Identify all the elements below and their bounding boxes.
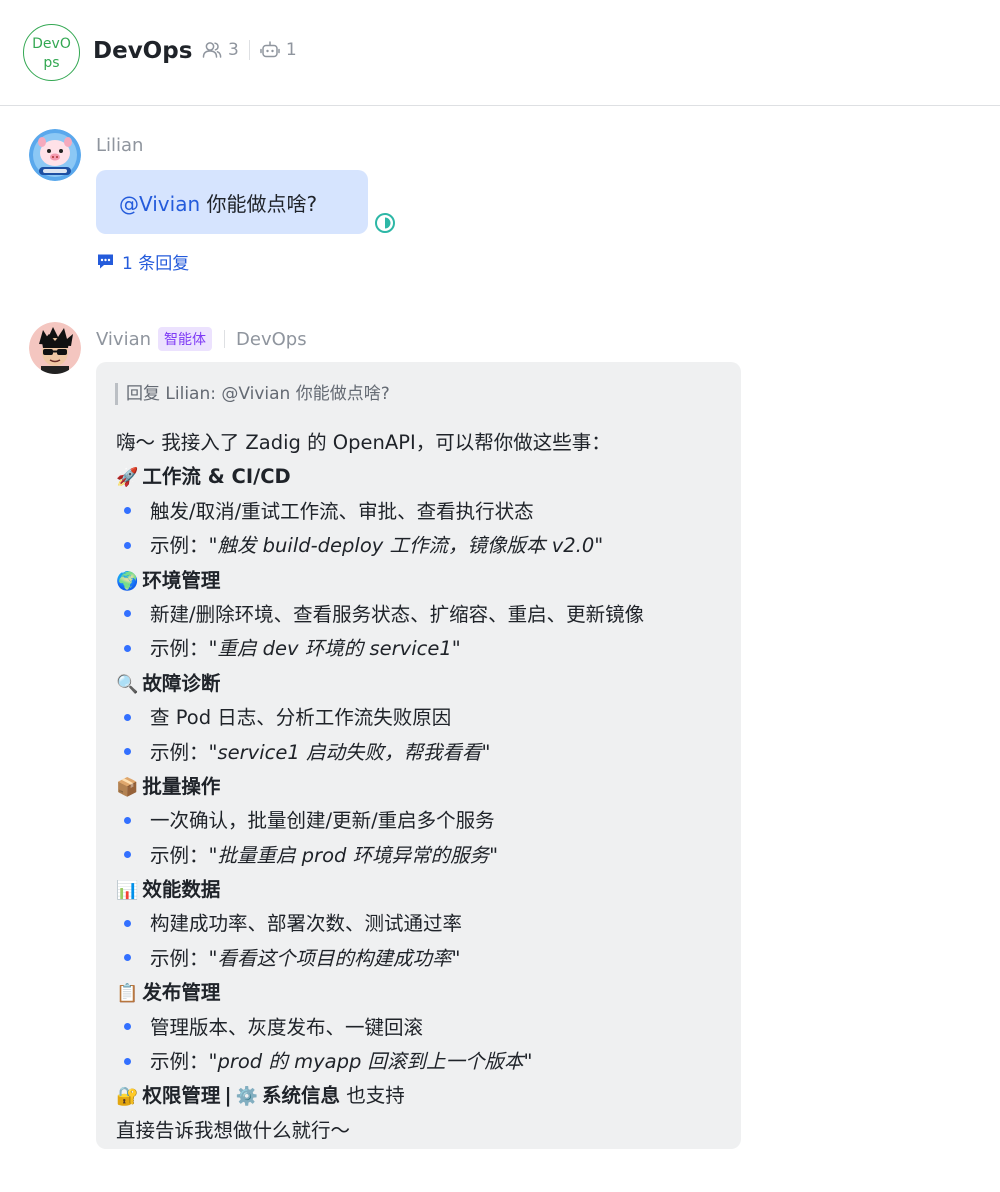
inline-separator: | xyxy=(224,1084,232,1108)
section-title: 故障诊断 xyxy=(142,671,221,695)
avatar-vivian[interactable] xyxy=(29,322,81,374)
example-text: "prod 的 myapp 回滚到上一个版本" xyxy=(208,1050,533,1074)
section-description: 新建/删除环境、查看服务状态、扩缩容、重启、更新镜像 xyxy=(150,602,645,626)
section-heading: 📋 发布管理 xyxy=(116,976,726,1010)
quoted-reply[interactable]: 回复 Lilian: @Vivian 你能做点啥? xyxy=(115,383,390,405)
message-vivian: Vivian 智能体 DevOps 回复 Lilian: @Vivian 你能做… xyxy=(0,0,1000,1192)
section-description: 触发/取消/重试工作流、审批、查看执行状态 xyxy=(150,499,534,523)
section-description: 查 Pod 日志、分析工作流失败原因 xyxy=(150,706,452,730)
section-description: 一次确认，批量创建/更新/重启多个服务 xyxy=(150,809,495,833)
bar-chart-icon: 📊 xyxy=(116,880,139,902)
extra-title-1: 权限管理 xyxy=(142,1084,221,1108)
list-item: 触发/取消/重试工作流、审批、查看执行状态 xyxy=(116,495,726,529)
bullet-dot xyxy=(124,851,131,859)
section-title: 工作流 & CI/CD xyxy=(142,465,291,489)
sender-group: DevOps xyxy=(236,328,307,350)
example-text: "批量重启 prod 环境异常的服务" xyxy=(208,843,499,867)
example-text: "service1 启动失败，帮我看看" xyxy=(208,740,491,764)
bullet-dot xyxy=(124,610,131,618)
extra-suffix: 也支持 xyxy=(340,1084,405,1108)
example-text: "触发 build-deploy 工作流，镜像版本 v2.0" xyxy=(208,534,604,558)
extra-features: 🔐 权限管理 | ⚙️ 系统信息 也支持 xyxy=(116,1079,726,1113)
section-description: 管理版本、灰度发布、一键回滚 xyxy=(150,1015,424,1039)
sender-divider xyxy=(224,330,226,348)
list-item: 示例："重启 dev 环境的 service1" xyxy=(116,632,726,666)
example-prefix: 示例： xyxy=(150,843,209,867)
bullet-dot xyxy=(124,713,131,721)
bullet-dot xyxy=(124,919,131,927)
list-item: 示例："prod 的 myapp 回滚到上一个版本" xyxy=(116,1045,726,1079)
list-item: 示例："触发 build-deploy 工作流，镜像版本 v2.0" xyxy=(116,529,726,563)
list-item: 查 Pod 日志、分析工作流失败原因 xyxy=(116,701,726,735)
bullet-dot xyxy=(124,507,131,515)
list-item: 管理版本、灰度发布、一键回滚 xyxy=(116,1011,726,1045)
section-description: 构建成功率、部署次数、测试通过率 xyxy=(150,912,463,936)
example-prefix: 示例： xyxy=(150,637,209,661)
bullet-dot xyxy=(124,748,131,756)
section-heading: 📦 批量操作 xyxy=(116,770,726,804)
list-item: 构建成功率、部署次数、测试通过率 xyxy=(116,907,726,941)
example-text: "重启 dev 环境的 service1" xyxy=(208,637,461,661)
gear-icon: ⚙️ xyxy=(235,1086,258,1108)
sender-row: Vivian 智能体 DevOps xyxy=(96,327,307,351)
section-heading: 🚀 工作流 & CI/CD xyxy=(116,460,726,494)
section-title: 效能数据 xyxy=(142,878,221,902)
bullet-dot xyxy=(124,954,131,962)
message-bubble[interactable]: 回复 Lilian: @Vivian 你能做点啥? 嗨～ 我接入了 Zadig … xyxy=(96,362,741,1149)
bullet-dot xyxy=(124,816,131,824)
bullet-dot xyxy=(124,1057,131,1065)
list-item: 示例："service1 启动失败，帮我看看" xyxy=(116,736,726,770)
example-prefix: 示例： xyxy=(150,534,209,558)
message-body: 嗨～ 我接入了 Zadig 的 OpenAPI，可以帮你做这些事： 🚀 工作流 &… xyxy=(116,426,726,1148)
closing-text: 直接告诉我想做什么就行～ xyxy=(116,1118,351,1142)
rocket-icon: 🚀 xyxy=(116,467,139,489)
example-prefix: 示例： xyxy=(150,946,209,970)
section-title: 发布管理 xyxy=(142,981,221,1005)
sender-name[interactable]: Vivian xyxy=(96,329,151,350)
list-item: 示例："看看这个项目的构建成功率" xyxy=(116,942,726,976)
example-prefix: 示例： xyxy=(150,740,209,764)
bot-tag: 智能体 xyxy=(158,327,213,351)
bullet-dot xyxy=(124,1023,131,1031)
section-title: 环境管理 xyxy=(142,568,221,592)
list-item: 示例："批量重启 prod 环境异常的服务" xyxy=(116,839,726,873)
intro-text: 嗨～ 我接入了 Zadig 的 OpenAPI，可以帮你做这些事： xyxy=(116,431,611,454)
bullet-dot xyxy=(124,541,131,549)
clipboard-icon: 📋 xyxy=(116,983,139,1005)
extra-title-2: 系统信息 xyxy=(261,1084,340,1108)
package-icon: 📦 xyxy=(116,776,139,798)
section-heading: 📊 效能数据 xyxy=(116,873,726,907)
list-item: 一次确认，批量创建/更新/重启多个服务 xyxy=(116,804,726,838)
lock-icon: 🔐 xyxy=(116,1086,139,1108)
globe-icon: 🌍 xyxy=(116,570,139,592)
section-heading: 🔍 故障诊断 xyxy=(116,667,726,701)
magnifier-icon: 🔍 xyxy=(116,673,139,695)
list-item: 新建/删除环境、查看服务状态、扩缩容、重启、更新镜像 xyxy=(116,598,726,632)
example-prefix: 示例： xyxy=(150,1050,209,1074)
section-heading: 🌍 环境管理 xyxy=(116,564,726,598)
section-title: 批量操作 xyxy=(142,774,221,798)
example-text: "看看这个项目的构建成功率" xyxy=(208,946,461,970)
bullet-dot xyxy=(124,644,131,652)
